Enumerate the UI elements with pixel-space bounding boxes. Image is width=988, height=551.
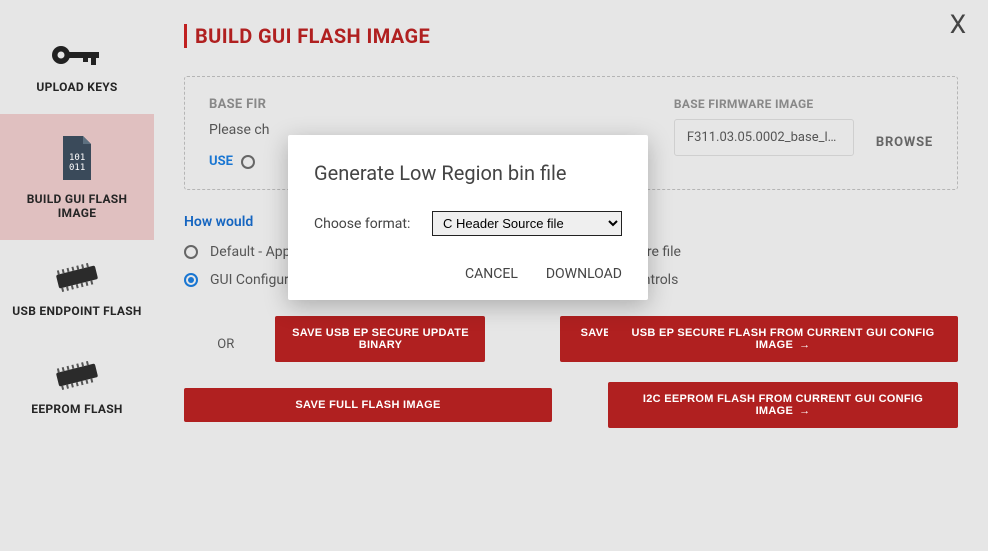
save-usb-ep-button[interactable]: SAVE USB EP SECURE UPDATE BINARY — [275, 316, 485, 362]
arrow-right-icon: → — [799, 339, 810, 351]
sidebar-item-build-gui-flash[interactable]: 101011 BUILD GUI FLASH IMAGE — [0, 114, 154, 240]
chip-icon — [47, 358, 107, 392]
key-icon — [49, 40, 105, 70]
firmware-image-label: BASE FIRMWARE IMAGE — [674, 97, 854, 111]
sidebar-item-label: UPLOAD KEYS — [36, 80, 117, 94]
question-prefix: How would — [184, 214, 253, 230]
close-icon[interactable]: X — [950, 10, 966, 40]
radio-gui-configured[interactable] — [184, 273, 198, 287]
generate-low-region-dialog: Generate Low Region bin file Choose form… — [288, 135, 648, 300]
sidebar-item-upload-keys[interactable]: UPLOAD KEYS — [0, 20, 154, 114]
page-title: BUILD GUI FLASH IMAGE — [184, 24, 958, 48]
use-label: USE — [209, 154, 233, 169]
cancel-button[interactable]: CANCEL — [465, 266, 518, 282]
chip-icon — [47, 260, 107, 294]
browse-button[interactable]: BROWSE — [876, 135, 933, 150]
choose-format-label: Choose format: — [314, 216, 410, 232]
download-button[interactable]: DOWNLOAD — [546, 266, 622, 282]
sidebar-item-label: USB ENDPOINT FLASH — [12, 304, 141, 318]
or-separator: OR — [184, 337, 267, 352]
firmware-image-field[interactable]: F311.03.05.0002_base_lo… — [674, 119, 854, 156]
sidebar-item-label: EEPROM FLASH — [31, 402, 122, 416]
file-binary-icon: 101011 — [57, 134, 97, 182]
svg-text:011: 011 — [69, 163, 85, 173]
radio-default[interactable] — [184, 245, 198, 259]
sidebar-item-usb-endpoint-flash[interactable]: USB ENDPOINT FLASH — [0, 240, 154, 338]
sidebar-item-eeprom-flash[interactable]: EEPROM FLASH — [0, 338, 154, 436]
format-select[interactable]: C Header Source file — [432, 211, 622, 236]
svg-text:101: 101 — [69, 153, 85, 163]
sidebar: UPLOAD KEYS 101011 BUILD GUI FLASH IMAGE… — [0, 0, 154, 551]
action-buttons: SAVE USB EP SECURE UPDATE BINARY SAVE LO… — [184, 316, 958, 428]
i2c-eeprom-flash-button[interactable]: I2C EEPROM FLASH FROM CURRENT GUI CONFIG… — [608, 382, 958, 428]
arrow-right-icon: → — [799, 405, 810, 417]
usb-ep-flash-button[interactable]: USB EP SECURE FLASH FROM CURRENT GUI CON… — [608, 316, 958, 362]
sidebar-item-label: BUILD GUI FLASH IMAGE — [6, 192, 148, 220]
use-radio[interactable] — [241, 155, 255, 169]
dialog-title: Generate Low Region bin file — [314, 161, 622, 185]
card-section-label: BASE FIR — [209, 97, 652, 112]
save-full-flash-button[interactable]: SAVE FULL FLASH IMAGE — [184, 388, 552, 422]
